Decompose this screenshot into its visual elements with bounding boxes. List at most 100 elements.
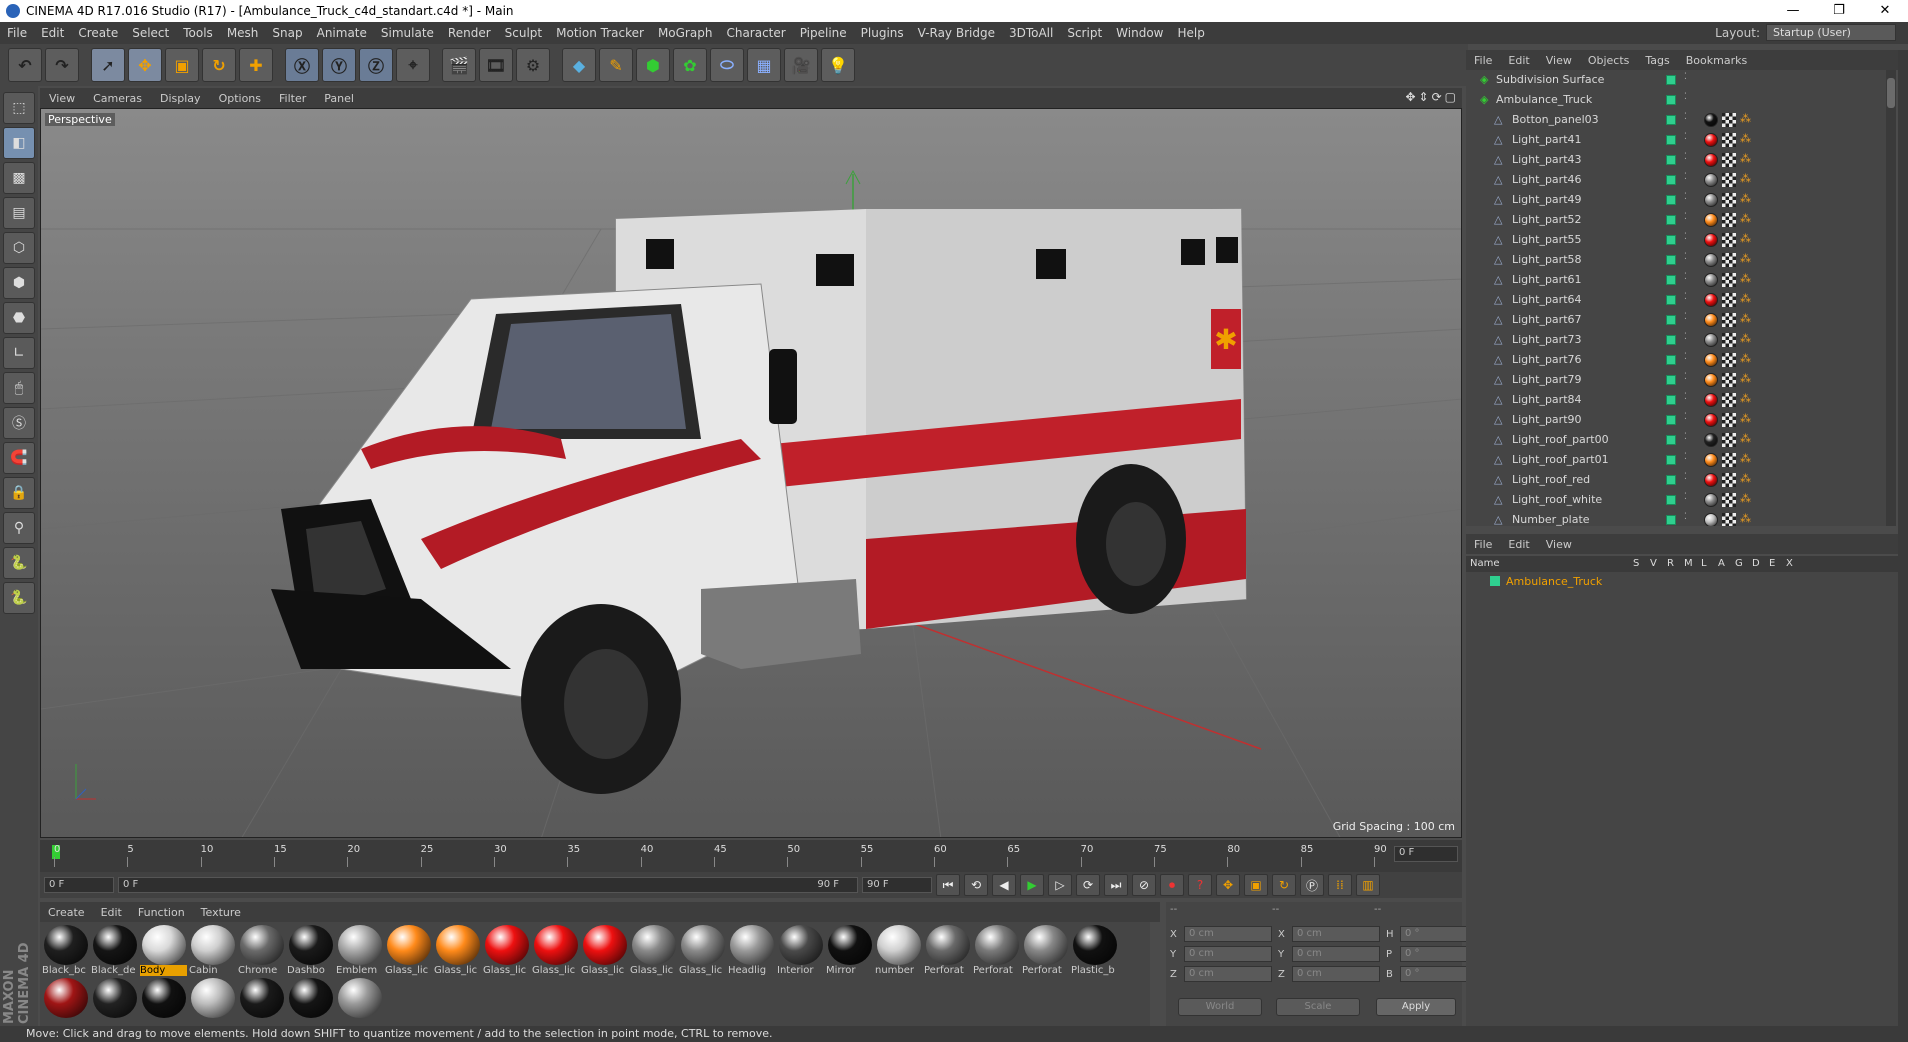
material-tag-icon[interactable] bbox=[1704, 453, 1718, 467]
apply-button[interactable]: Apply bbox=[1376, 998, 1456, 1016]
visibility-dots-icon[interactable]: ⁚ bbox=[1684, 232, 1687, 242]
visibility-dots-icon[interactable]: ⁚ bbox=[1684, 132, 1687, 142]
layer-menu-view[interactable]: View bbox=[1538, 538, 1580, 551]
material-menu-edit[interactable]: Edit bbox=[93, 906, 130, 919]
material-swatch[interactable]: Black_bc bbox=[42, 925, 89, 976]
light-icon[interactable]: 💡 bbox=[821, 48, 855, 82]
visibility-dots-icon[interactable]: ⁚ bbox=[1684, 372, 1687, 382]
visibility-dots-icon[interactable]: ⁚ bbox=[1684, 272, 1687, 282]
world-dropdown[interactable]: World bbox=[1178, 998, 1262, 1016]
uvw-tag-icon[interactable] bbox=[1722, 213, 1736, 227]
layer-column-header[interactable]: D bbox=[1752, 558, 1760, 569]
object-name[interactable]: Light_part76 bbox=[1512, 353, 1582, 366]
z-axis-lock-icon[interactable]: Ⓩ bbox=[359, 48, 393, 82]
material-tag-icon[interactable] bbox=[1704, 113, 1718, 127]
scale-dropdown[interactable]: Scale bbox=[1276, 998, 1360, 1016]
uvw-tag-icon[interactable] bbox=[1722, 433, 1736, 447]
start-frame-field[interactable]: 0 F bbox=[44, 877, 114, 893]
coordinate-system-icon[interactable]: ⌖ bbox=[396, 48, 430, 82]
object-name[interactable]: Light_part90 bbox=[1512, 413, 1582, 426]
uvw-tag-icon[interactable] bbox=[1722, 453, 1736, 467]
previous-frame-icon[interactable]: ◀ bbox=[992, 874, 1016, 896]
next-frame-icon[interactable]: ▷ bbox=[1048, 874, 1072, 896]
texture-mode-icon[interactable]: ▩ bbox=[3, 162, 35, 194]
previous-keyframe-icon[interactable]: ⟲ bbox=[964, 874, 988, 896]
uvw-tag-icon[interactable] bbox=[1722, 113, 1736, 127]
edges-mode-icon[interactable]: ⬢ bbox=[3, 267, 35, 299]
object-name[interactable]: Light_part73 bbox=[1512, 333, 1582, 346]
selection-tag-icon[interactable]: ⁂ bbox=[1740, 312, 1754, 326]
visibility-dots-icon[interactable]: ⁚ bbox=[1684, 432, 1687, 442]
material-swatch[interactable] bbox=[91, 978, 138, 1029]
visibility-dots-icon[interactable]: ⁚ bbox=[1684, 312, 1687, 322]
viewport-menu-view[interactable]: View bbox=[40, 92, 84, 105]
layer-column-header[interactable]: G bbox=[1735, 558, 1743, 569]
viewport-menu-panel[interactable]: Panel bbox=[315, 92, 363, 105]
material-tag-icon[interactable] bbox=[1704, 313, 1718, 327]
object-name[interactable]: Ambulance_Truck bbox=[1496, 93, 1592, 106]
visibility-dots-icon[interactable]: ⁚ bbox=[1684, 292, 1687, 302]
layout-dropdown[interactable]: Startup (User) bbox=[1766, 24, 1896, 41]
material-tag-icon[interactable] bbox=[1704, 213, 1718, 227]
uvw-tag-icon[interactable] bbox=[1722, 173, 1736, 187]
visibility-dots-icon[interactable]: ⁚ bbox=[1684, 112, 1687, 122]
material-swatch[interactable] bbox=[336, 978, 383, 1029]
tweak-mode-icon[interactable]: 🖱 bbox=[3, 372, 35, 404]
timeline-ruler[interactable]: 0 5 10 15 20 25 30 35 40 45 50 55 60 65 70 75 80 85 90 bbox=[48, 844, 1388, 868]
object-name[interactable]: Light_roof_red bbox=[1512, 473, 1590, 486]
layer-toggle[interactable] bbox=[1666, 435, 1676, 445]
undo-icon[interactable]: ↶ bbox=[8, 48, 42, 82]
uvw-tag-icon[interactable] bbox=[1722, 273, 1736, 287]
subdivision-surface-icon[interactable]: ⬢ bbox=[636, 48, 670, 82]
object-name[interactable]: Subdivision Surface bbox=[1496, 73, 1604, 86]
layer-row[interactable]: Ambulance_Truck bbox=[1466, 574, 1898, 590]
selection-tag-icon[interactable]: ⁂ bbox=[1740, 332, 1754, 346]
menu-window[interactable]: Window bbox=[1109, 26, 1170, 40]
uvw-tag-icon[interactable] bbox=[1722, 313, 1736, 327]
menu-create[interactable]: Create bbox=[71, 26, 125, 40]
object-name[interactable]: Light_roof_part01 bbox=[1512, 453, 1609, 466]
uvw-tag-icon[interactable] bbox=[1722, 293, 1736, 307]
uvw-tag-icon[interactable] bbox=[1722, 333, 1736, 347]
snap-icon[interactable]: 🧲 bbox=[3, 442, 35, 474]
layer-toggle[interactable] bbox=[1666, 195, 1676, 205]
uvw-tag-icon[interactable] bbox=[1722, 393, 1736, 407]
layer-toggle[interactable] bbox=[1666, 155, 1676, 165]
material-swatch[interactable] bbox=[238, 978, 285, 1029]
redo-icon[interactable]: ↷ bbox=[45, 48, 79, 82]
size-y-field[interactable]: 0 cm bbox=[1292, 946, 1380, 962]
uvw-tag-icon[interactable] bbox=[1722, 513, 1736, 526]
viewport-menu-filter[interactable]: Filter bbox=[270, 92, 315, 105]
object-row[interactable]: △ Light_roof_red ⁚ ⁂ bbox=[1466, 470, 1886, 490]
visibility-dots-icon[interactable]: ⁚ bbox=[1684, 72, 1687, 82]
object-row[interactable]: △ Light_part49 ⁚ ⁂ bbox=[1466, 190, 1886, 210]
object-name[interactable]: Light_part58 bbox=[1512, 253, 1582, 266]
object-menu-objects[interactable]: Objects bbox=[1580, 54, 1638, 67]
layer-menu-file[interactable]: File bbox=[1466, 538, 1500, 551]
layer-toggle[interactable] bbox=[1666, 335, 1676, 345]
layer-toggle[interactable] bbox=[1666, 415, 1676, 425]
locked-workplane-icon[interactable]: ⚲ bbox=[3, 512, 35, 544]
visibility-dots-icon[interactable]: ⁚ bbox=[1684, 512, 1687, 522]
menu-animate[interactable]: Animate bbox=[310, 26, 374, 40]
material-swatch[interactable]: Perforat bbox=[1022, 925, 1069, 976]
layer-toggle[interactable] bbox=[1666, 235, 1676, 245]
material-tag-icon[interactable] bbox=[1704, 273, 1718, 287]
material-tag-icon[interactable] bbox=[1704, 373, 1718, 387]
selection-tag-icon[interactable]: ⁂ bbox=[1740, 132, 1754, 146]
object-name[interactable]: Light_part84 bbox=[1512, 393, 1582, 406]
material-swatch[interactable]: Chrome bbox=[238, 925, 285, 976]
orbit-icon[interactable]: ⟳ bbox=[1432, 90, 1442, 104]
visibility-dots-icon[interactable]: ⁚ bbox=[1684, 492, 1687, 502]
timeline[interactable]: 0 5 10 15 20 25 30 35 40 45 50 55 60 65 70 75 80 85 90 0 F bbox=[40, 840, 1462, 872]
object-row[interactable]: △ Botton_panel03 ⁚ ⁂ bbox=[1466, 110, 1886, 130]
move-tool-icon[interactable]: ✥ bbox=[128, 48, 162, 82]
visibility-dots-icon[interactable]: ⁚ bbox=[1684, 392, 1687, 402]
layer-toggle[interactable] bbox=[1666, 95, 1676, 105]
object-row[interactable]: △ Light_part84 ⁚ ⁂ bbox=[1466, 390, 1886, 410]
position-y-field[interactable]: 0 cm bbox=[1184, 946, 1272, 962]
perspective-viewport[interactable]: ✱ Perspective Grid Spacing : 100 cm bbox=[40, 108, 1462, 838]
keyframe-selection-icon[interactable]: ? bbox=[1188, 874, 1212, 896]
pen-spline-icon[interactable]: ✎ bbox=[599, 48, 633, 82]
uvw-tag-icon[interactable] bbox=[1722, 233, 1736, 247]
